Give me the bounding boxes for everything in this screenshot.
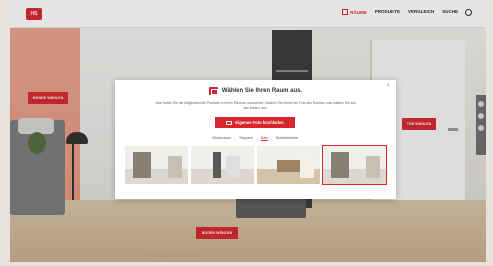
tab-stairs[interactable]: Treppen <box>239 136 253 140</box>
dialog-description: Jetzt haben Sie die Möglichkeit die Prod… <box>155 101 356 110</box>
tab-bath[interactable]: Bad <box>261 136 268 140</box>
upload-photo-button[interactable]: Eigenes Foto hochladen <box>215 117 295 128</box>
dialog-title: Wählen Sie Ihren Raum aus. <box>221 88 303 94</box>
app-frame: HS Räume Produkte Vergleich Suche Wände … <box>0 0 493 266</box>
tab-living-room[interactable]: Wohnraum <box>212 136 231 140</box>
room-thumbnail-selected[interactable] <box>322 145 387 185</box>
dialog-header: Wählen Sie Ihren Raum aus. <box>115 87 396 95</box>
room-thumbnail[interactable] <box>191 146 254 184</box>
room-thumbnail[interactable] <box>125 146 188 184</box>
room-thumbnail[interactable] <box>257 146 320 184</box>
room-tabs: Wohnraum Treppen Bad Schlafzimmer <box>115 136 396 140</box>
camera-icon <box>226 120 233 125</box>
camera-frame-icon <box>208 87 218 95</box>
room-thumbnails <box>125 145 387 185</box>
tab-bedroom[interactable]: Schlafzimmer <box>276 136 299 140</box>
footer-note: Alle Abbildungen ähnlich. Nicht verbindl… <box>150 255 198 258</box>
room-select-dialog: × Wählen Sie Ihren Raum aus. Jetzt haben… <box>115 80 396 199</box>
